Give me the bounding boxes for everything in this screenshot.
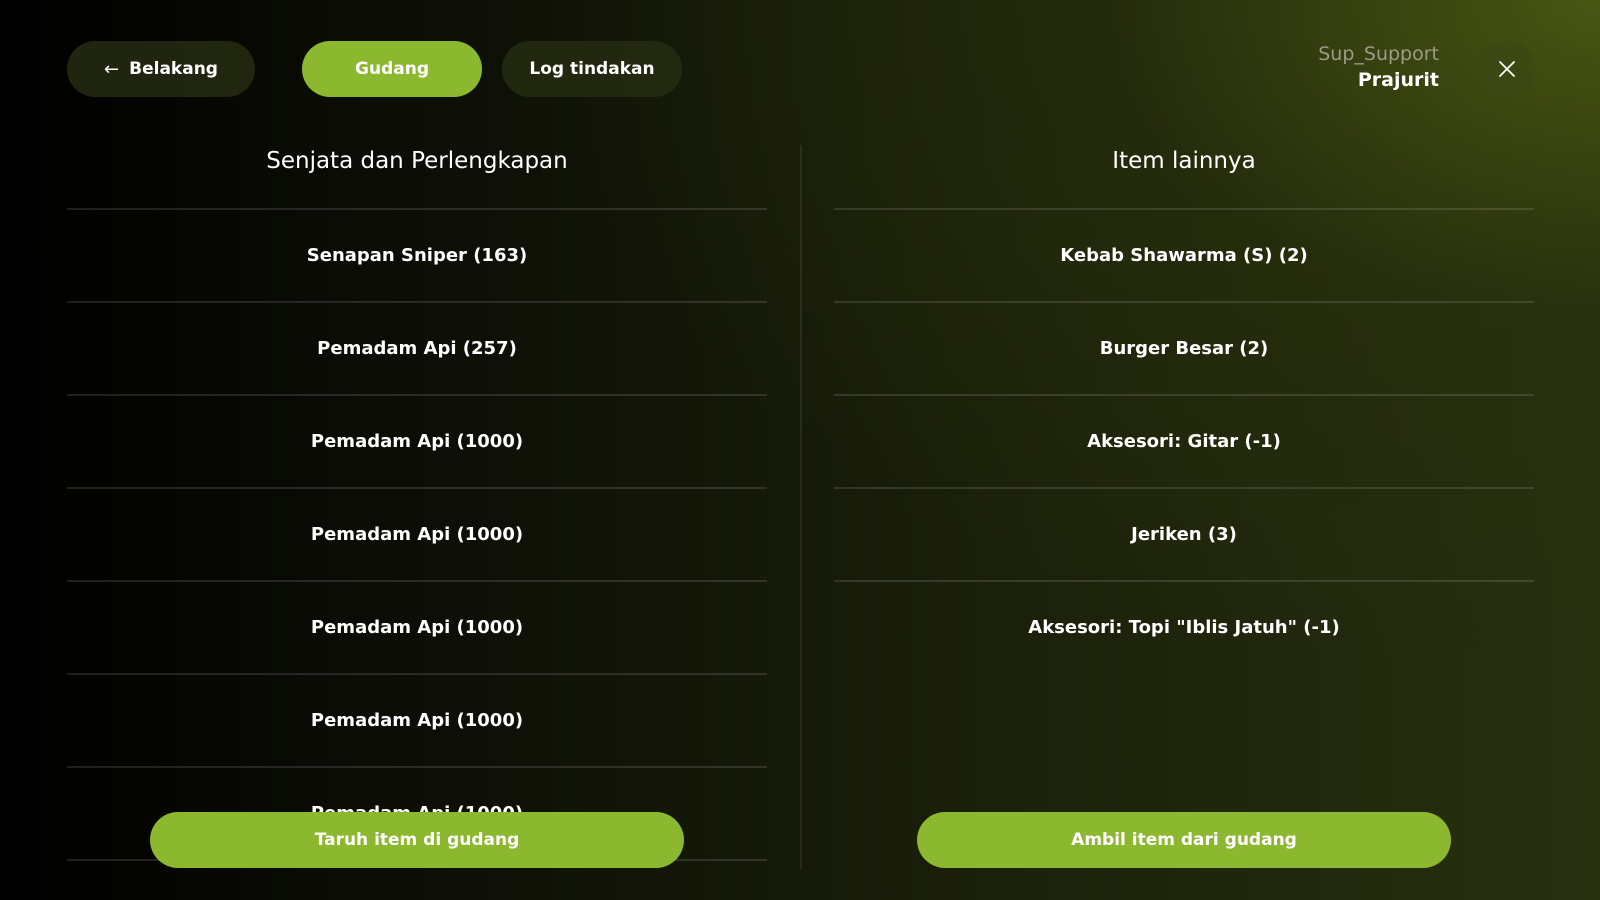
tab-gudang[interactable]: Gudang (302, 41, 482, 97)
weapons-column-title: Senjata dan Perlengkapan (67, 145, 767, 210)
top-bar: ← Belakang Gudang Log tindakan Sup_Suppo… (0, 0, 1600, 140)
user-role: Prajurit (1357, 69, 1439, 91)
list-item[interactable]: Kebab Shawarma (S) (2) (834, 210, 1534, 303)
put-in-warehouse-button[interactable]: Taruh item di gudang (150, 812, 684, 868)
take-from-warehouse-label: Ambil item dari gudang (1071, 830, 1297, 850)
other-items-list[interactable]: Kebab Shawarma (S) (2) Burger Besar (2) … (834, 210, 1534, 675)
list-item[interactable]: Jeriken (3) (834, 489, 1534, 582)
take-from-warehouse-button[interactable]: Ambil item dari gudang (917, 812, 1451, 868)
tab-log-tindakan[interactable]: Log tindakan (502, 41, 682, 97)
list-item[interactable]: Pemadam Api (1000) (67, 396, 767, 489)
put-in-warehouse-label: Taruh item di gudang (314, 830, 520, 850)
column-divider (800, 145, 802, 869)
list-item[interactable]: Senapan Sniper (163) (67, 210, 767, 303)
weapons-list[interactable]: Senapan Sniper (163) Pemadam Api (257) P… (67, 210, 767, 878)
back-label: Belakang (129, 59, 218, 79)
user-info: Sup_Support Prajurit (1318, 42, 1439, 94)
tab-gudang-label: Gudang (355, 59, 429, 79)
list-item[interactable]: Burger Besar (2) (834, 303, 1534, 396)
list-item[interactable]: Pemadam Api (257) (67, 303, 767, 396)
close-icon (1499, 61, 1515, 77)
other-items-column: Item lainnya Kebab Shawarma (S) (2) Burg… (834, 145, 1534, 675)
list-item[interactable]: Pemadam Api (1000) (67, 582, 767, 675)
list-item[interactable]: Pemadam Api (1000) (67, 675, 767, 768)
other-items-column-title: Item lainnya (834, 145, 1534, 210)
arrow-left-icon: ← (104, 58, 120, 80)
list-item[interactable]: Aksesori: Gitar (-1) (834, 396, 1534, 489)
back-button[interactable]: ← Belakang (67, 41, 255, 97)
tab-log-label: Log tindakan (529, 59, 655, 79)
weapons-column: Senjata dan Perlengkapan Senapan Sniper … (67, 145, 767, 878)
user-name: Sup_Support (1318, 43, 1439, 65)
list-item[interactable]: Aksesori: Topi "Iblis Jatuh" (-1) (834, 582, 1534, 675)
list-item[interactable]: Pemadam Api (1000) (67, 489, 767, 582)
close-button[interactable] (1479, 41, 1535, 97)
